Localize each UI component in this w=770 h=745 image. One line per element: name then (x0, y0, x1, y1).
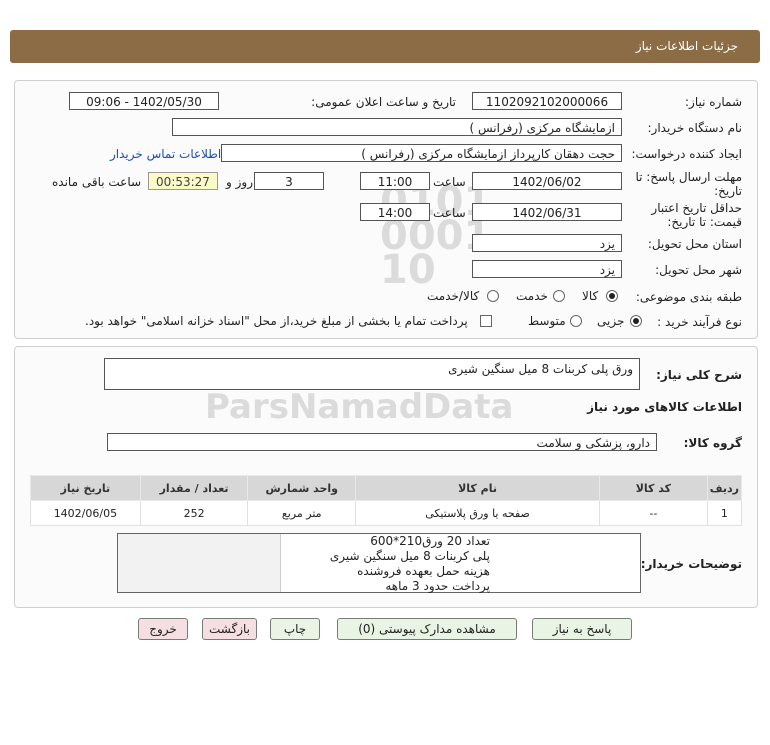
need-number-field: 1102092102000066 (472, 92, 622, 110)
category-radio-goods[interactable] (606, 290, 618, 302)
deadline-time-field: 11:00 (360, 172, 430, 190)
exit-button[interactable]: خروج (138, 618, 188, 640)
remaining-time-label: ساعت باقی مانده (52, 175, 142, 189)
city-label: شهر محل تحویل: (655, 263, 742, 277)
city-field: یزد (472, 260, 622, 278)
goods-group-label: گروه کالا: (683, 436, 742, 450)
buyer-contact-link[interactable]: اطلاعات تماس خریدار (110, 147, 221, 161)
buyer-org-label: نام دستگاه خریدار: (647, 121, 743, 135)
purchase-radio-medium[interactable] (570, 315, 582, 327)
validity-label: حداقل تاریخ اعتبار (651, 201, 742, 215)
buyer-org-field: ازمایشگاه مرکزی (رفرانس ) (172, 118, 622, 136)
col-unit-header: واحد شمارش (247, 475, 357, 501)
back-button[interactable]: بازگشت (202, 618, 257, 640)
table-row: 1 -- صفحه یا ورق پلاستیکی متر مربع 252 1… (30, 500, 743, 526)
summary-label: شرح کلی نیاز: (656, 368, 742, 382)
purchase-option-minor: جزیی (597, 314, 625, 328)
cell-row: 1 (706, 500, 743, 526)
category-radio-both[interactable] (487, 290, 499, 302)
cell-date: 1402/06/05 (30, 500, 141, 526)
province-label: استان محل تحویل: (647, 237, 742, 251)
treasury-note: پرداخت تمام یا بخشی از مبلغ خرید،از محل … (85, 314, 468, 328)
category-radio-service[interactable] (553, 290, 565, 302)
days-remaining-field: 3 (254, 172, 324, 190)
announce-date-label: تاریخ و ساعت اعلان عمومی: (311, 95, 456, 109)
col-name-header: نام کالا (355, 475, 601, 501)
cell-unit: متر مربع (247, 500, 357, 526)
category-option-service: خدمت (516, 289, 548, 303)
category-option-goods: کالا (582, 289, 599, 303)
col-qty-header: تعداد / مقدار (139, 475, 249, 501)
buyer-notes-label: توضیحات خریدار: (640, 557, 742, 571)
province-field: یزد (472, 234, 622, 252)
col-row-header: ردیف (706, 475, 743, 501)
page-header: جزئیات اطلاعات نیاز (10, 30, 760, 63)
cell-name: صفحه یا ورق پلاستیکی (355, 500, 601, 526)
requester-field: حجت دهقان کارپرداز ازمایشگاه مرکزی (رفرا… (221, 144, 622, 162)
validity-time-label: ساعت (433, 206, 466, 220)
remaining-time-field: 00:53:27 (148, 172, 218, 190)
watermark-brand: ParsNamadData (205, 387, 514, 427)
print-button[interactable]: چاپ (270, 618, 320, 640)
purchase-option-medium: متوسط (528, 314, 566, 328)
col-code-header: کد کالا (599, 475, 708, 501)
goods-group-field: دارو، پزشکی و سلامت (107, 433, 657, 451)
cell-code: -- (599, 500, 708, 526)
purchase-radio-minor[interactable] (630, 315, 642, 327)
deadline-date-field: 1402/06/02 (472, 172, 622, 190)
buyer-notes-field[interactable]: تعداد 20 ورق210*600 پلی کربنات 8 میل سنگ… (117, 533, 641, 593)
reply-button[interactable]: پاسخ به نیاز (532, 618, 632, 640)
category-label: طبقه بندی موضوعی: (635, 290, 742, 304)
need-number-label: شماره نیاز: (685, 95, 742, 109)
page-title: جزئیات اطلاعات نیاز (635, 39, 738, 53)
treasury-checkbox[interactable] (480, 315, 492, 327)
view-attachments-button[interactable]: مشاهده مدارک پیوستی (0) (337, 618, 517, 640)
category-option-both: کالا/خدمت (427, 289, 480, 303)
validity-label-2: قیمت: تا تاریخ: (667, 215, 742, 229)
goods-info-title: اطلاعات کالاهای مورد نیاز (587, 400, 742, 414)
notes-scrollbar[interactable] (118, 534, 281, 592)
purchase-type-label: نوع فرآیند خرید : (657, 315, 742, 329)
validity-date-field: 1402/06/31 (472, 203, 622, 221)
announce-date-field: 1402/05/30 - 09:06 (69, 92, 219, 110)
deadline-label-2: تاریخ: (714, 184, 742, 198)
deadline-label: مهلت ارسال پاسخ: تا (635, 170, 742, 184)
validity-time-field: 14:00 (360, 203, 430, 221)
table-header-row: ردیف کد کالا نام کالا واحد شمارش تعداد /… (30, 475, 743, 501)
summary-field: ورق پلی کربنات 8 میل سنگین شیری (104, 358, 640, 390)
col-date-header: تاریخ نیاز (30, 475, 141, 501)
days-label: روز و (226, 175, 253, 189)
requester-label: ایجاد کننده درخواست: (631, 147, 742, 161)
deadline-time-label: ساعت (433, 175, 466, 189)
cell-qty: 252 (139, 500, 249, 526)
goods-table: ردیف کد کالا نام کالا واحد شمارش تعداد /… (30, 475, 743, 526)
